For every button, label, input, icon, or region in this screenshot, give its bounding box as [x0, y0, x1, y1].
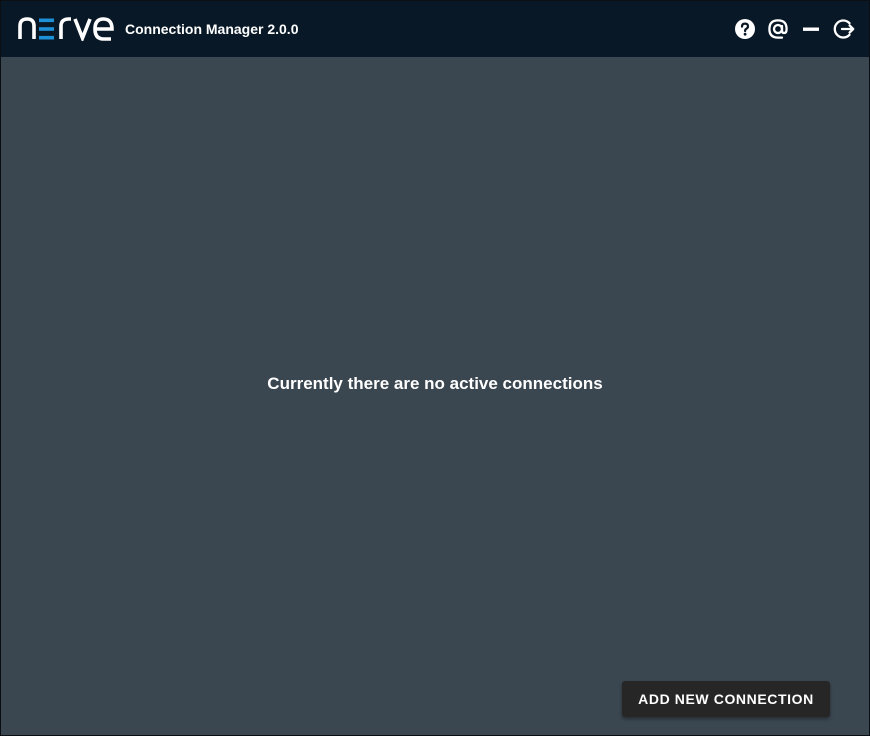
help-icon [735, 19, 755, 39]
help-button[interactable] [734, 18, 756, 40]
minimize-button[interactable] [800, 18, 822, 40]
app-title: Connection Manager 2.0.0 [125, 21, 299, 37]
add-new-connection-button[interactable]: ADD NEW CONNECTION [622, 681, 830, 717]
title-bar: Connection Manager 2.0.0 [1, 1, 869, 57]
at-icon [768, 19, 788, 39]
exit-button[interactable] [833, 18, 855, 40]
app-window: Connection Manager 2.0.0 Currently there… [0, 0, 870, 736]
window-controls [723, 18, 855, 40]
contact-button[interactable] [767, 18, 789, 40]
connections-panel: Currently there are no active connection… [1, 57, 869, 735]
empty-state-message: Currently there are no active connection… [267, 374, 603, 393]
minimize-icon [803, 27, 819, 31]
nerve-logo [18, 17, 114, 41]
exit-icon [833, 19, 855, 39]
